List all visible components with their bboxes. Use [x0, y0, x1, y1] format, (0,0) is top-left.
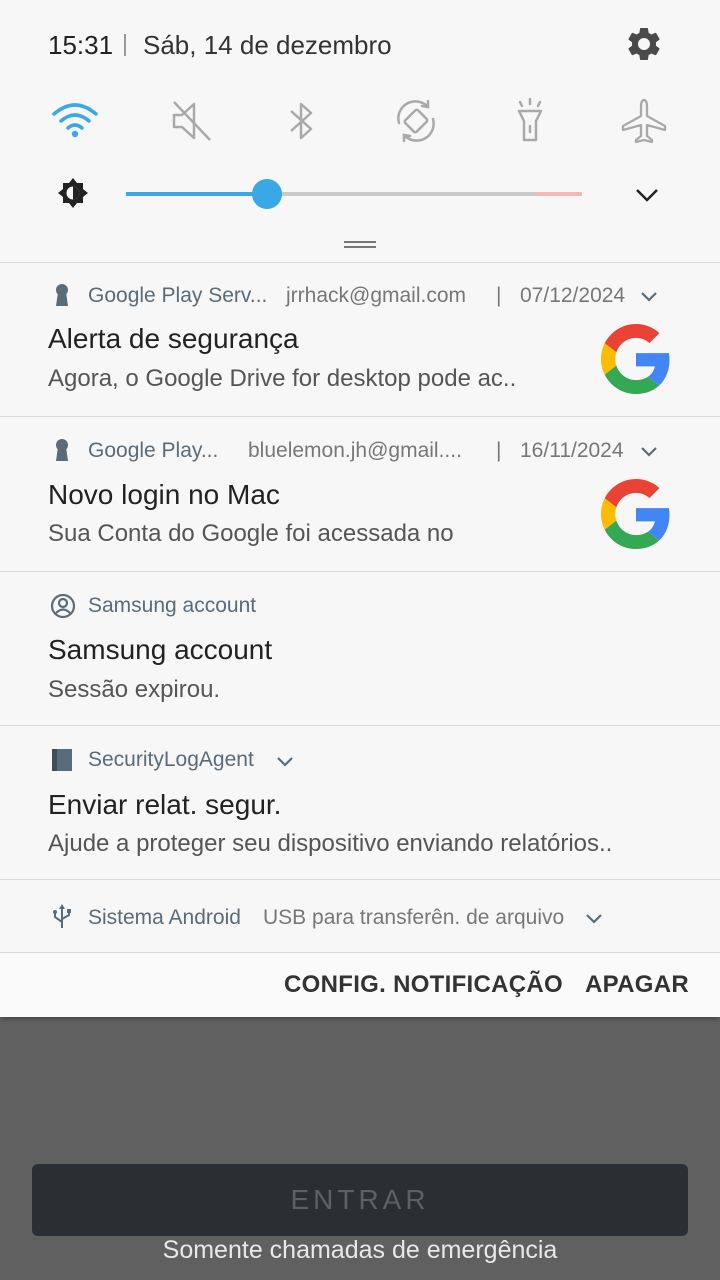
- notification-account: jrrhack@gmail.com: [286, 284, 467, 307]
- notification-card[interactable]: Samsung account Samsung account Sessão e…: [0, 571, 720, 725]
- notification-text: Sessão expirou.: [48, 676, 221, 703]
- notification-text: Agora, o Google Drive for desktop pode a…: [48, 365, 517, 392]
- notification-text: Sua Conta do Google foi acessada no: [48, 520, 454, 547]
- account-circle-icon: [50, 593, 76, 619]
- gear-icon[interactable]: [624, 24, 664, 64]
- meta-divider: |: [496, 439, 502, 462]
- bluetooth-toggle[interactable]: [276, 96, 326, 146]
- status-header: 15:31 Sáb, 14 de dezembro: [0, 0, 720, 90]
- notification-date: 16/11/2024: [520, 439, 624, 462]
- rotate-icon: [397, 99, 435, 143]
- usb-icon: [53, 904, 71, 928]
- notification-text: Ajude a proteger seu dispositivo enviand…: [48, 830, 613, 857]
- airplane-icon: [621, 98, 667, 144]
- brightness-fill: [126, 192, 268, 196]
- flashlight-icon: [517, 97, 543, 142]
- wifi-toggle[interactable]: [50, 96, 100, 146]
- notification-app: Sistema Android: [88, 906, 241, 929]
- date-label[interactable]: Sáb, 14 de dezembro: [143, 30, 392, 61]
- notification-panel: 15:31 Sáb, 14 de dezembro Google Play Se…: [0, 0, 720, 1017]
- meta-divider: |: [496, 284, 502, 307]
- notification-account: bluelemon.jh@gmail....: [248, 439, 462, 462]
- flashlight-toggle[interactable]: [505, 96, 555, 146]
- bluetooth-icon: [290, 102, 313, 140]
- notification-app: SecurityLogAgent: [88, 748, 254, 771]
- keyhole-icon: [56, 284, 68, 306]
- notification-card[interactable]: SecurityLogAgent Enviar relat. segur. Aj…: [0, 725, 720, 879]
- clock: 15:31: [48, 30, 114, 60]
- airplane-toggle[interactable]: [619, 96, 669, 146]
- notification-title: Enviar relat. segur.: [48, 789, 282, 820]
- notification-title: Novo login no Mac: [48, 479, 280, 510]
- notification-actions: CONFIG. NOTIFICAÇÃO APAGAR: [0, 952, 720, 1017]
- notification-settings-button[interactable]: CONFIG. NOTIFICAÇÃO: [284, 971, 563, 999]
- mute-icon: [172, 101, 211, 141]
- google-logo-icon: [601, 479, 670, 549]
- brightness-slider[interactable]: [126, 179, 582, 209]
- rotate-toggle[interactable]: [391, 96, 441, 146]
- chevron-down-icon[interactable]: [585, 913, 603, 925]
- enter-button[interactable]: ENTRAR: [32, 1164, 688, 1236]
- notification-app: Google Play Serv...: [88, 284, 268, 307]
- header-divider: [124, 34, 126, 56]
- book-icon: [52, 749, 72, 771]
- drag-handle[interactable]: [344, 241, 376, 249]
- clear-all-button[interactable]: APAGAR: [585, 971, 689, 999]
- notification-date: 07/12/2024: [520, 284, 626, 307]
- chevron-down-icon[interactable]: [632, 182, 662, 208]
- notification-title: Alerta de segurança: [48, 323, 299, 354]
- wifi-icon: [52, 103, 98, 138]
- emergency-calls-label: Somente chamadas de emergência: [162, 1236, 558, 1264]
- brightness-thumb[interactable]: [252, 179, 283, 209]
- brightness-warning-zone: [536, 192, 582, 196]
- notification-card[interactable]: Sistema Android USB para transferên. de …: [0, 879, 720, 952]
- keyhole-icon: [56, 439, 68, 461]
- notification-app: Samsung account: [88, 594, 257, 617]
- notification-text: USB para transferên. de arquivo: [263, 906, 565, 929]
- chevron-down-icon[interactable]: [640, 291, 658, 303]
- notification-card[interactable]: Google Play Serv... jrrhack@gmail.com | …: [0, 262, 720, 416]
- brightness-icon: [58, 178, 88, 208]
- google-logo-icon: [601, 324, 670, 394]
- notification-app: Google Play...: [88, 439, 219, 462]
- sound-toggle[interactable]: [166, 96, 216, 146]
- chevron-down-icon[interactable]: [640, 446, 658, 458]
- chevron-down-icon[interactable]: [276, 756, 294, 768]
- notification-title: Samsung account: [48, 634, 273, 665]
- notification-card[interactable]: Google Play... bluelemon.jh@gmail.... | …: [0, 416, 720, 571]
